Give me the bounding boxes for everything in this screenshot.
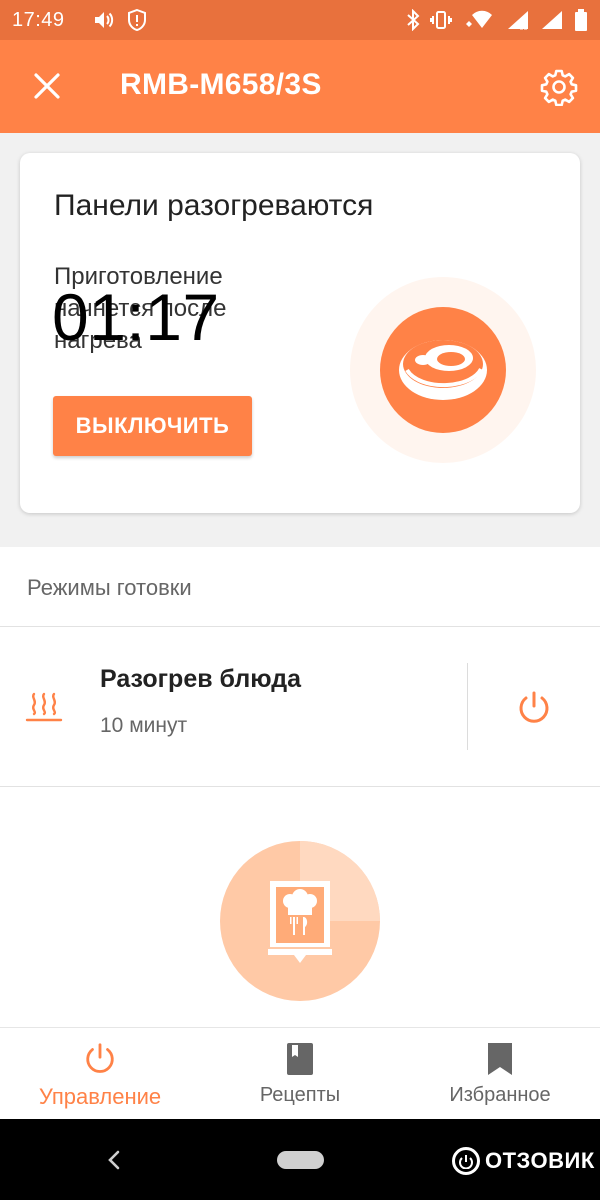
status-heading: Панели разогреваются — [54, 189, 374, 222]
nav-recipes[interactable]: Рецепты — [200, 1028, 400, 1119]
mode-start-button[interactable] — [512, 686, 556, 730]
home-button[interactable] — [277, 1151, 324, 1169]
watermark-text: ОТЗОВИК — [485, 1148, 595, 1173]
bookmark-icon — [488, 1043, 512, 1075]
current-mode-badge — [380, 307, 506, 433]
device-title: RMB-M658/3S — [120, 68, 322, 101]
close-button[interactable] — [26, 65, 68, 107]
alert-icon — [127, 9, 147, 31]
mode-item-reheat[interactable]: Разогрев блюда 10 минут — [0, 627, 600, 787]
nav-label: Управление — [38, 1084, 162, 1109]
signal-icon — [540, 10, 564, 30]
divider — [467, 663, 468, 750]
settings-button[interactable] — [538, 66, 580, 108]
steak-icon — [399, 340, 487, 400]
nav-favorites[interactable]: Избранное — [400, 1028, 600, 1119]
wifi-icon — [462, 10, 496, 30]
system-nav-bar: ОТЗОВИК — [0, 1119, 600, 1200]
divider — [0, 786, 600, 787]
mode-duration: 10 минут — [100, 714, 188, 737]
status-time: 17:49 — [12, 8, 65, 31]
nav-label: Рецепты — [259, 1084, 341, 1106]
mode-name: Разогрев блюда — [100, 665, 302, 693]
cooking-status-card: Панели разогреваются Приготовление начне… — [20, 153, 580, 513]
battery-icon — [574, 9, 588, 31]
app-bar: RMB-M658/3S — [0, 40, 600, 133]
book-icon — [287, 1043, 313, 1075]
bluetooth-icon — [406, 9, 420, 31]
volume-icon — [93, 10, 115, 30]
section-title: Режимы готовки — [27, 575, 192, 600]
bottom-navigation: Управление Рецепты Избранное — [0, 1027, 600, 1119]
vibrate-icon — [430, 10, 452, 30]
back-button[interactable] — [104, 1149, 124, 1176]
nav-control[interactable]: Управление — [0, 1028, 200, 1119]
recipes-badge[interactable] — [220, 841, 380, 1001]
recipe-book-icon — [268, 881, 332, 963]
nav-label: Избранное — [449, 1084, 551, 1106]
close-icon — [34, 73, 60, 99]
power-icon — [519, 691, 549, 723]
cooking-modes-section: Режимы готовки Разогрев блюда 10 минут — [0, 547, 600, 1027]
watermark-logo-icon — [452, 1147, 480, 1175]
turn-off-button[interactable]: ВЫКЛЮЧИТЬ — [53, 396, 252, 456]
gear-icon — [540, 69, 578, 106]
signal-icon — [506, 10, 530, 30]
heat-waves-icon — [25, 692, 63, 722]
watermark: ОТЗОВИК — [452, 1147, 595, 1175]
power-icon — [86, 1043, 114, 1073]
status-bar: 17:49 — [0, 0, 600, 40]
back-icon — [108, 1150, 120, 1170]
countdown-timer: 01:17 — [52, 280, 220, 354]
